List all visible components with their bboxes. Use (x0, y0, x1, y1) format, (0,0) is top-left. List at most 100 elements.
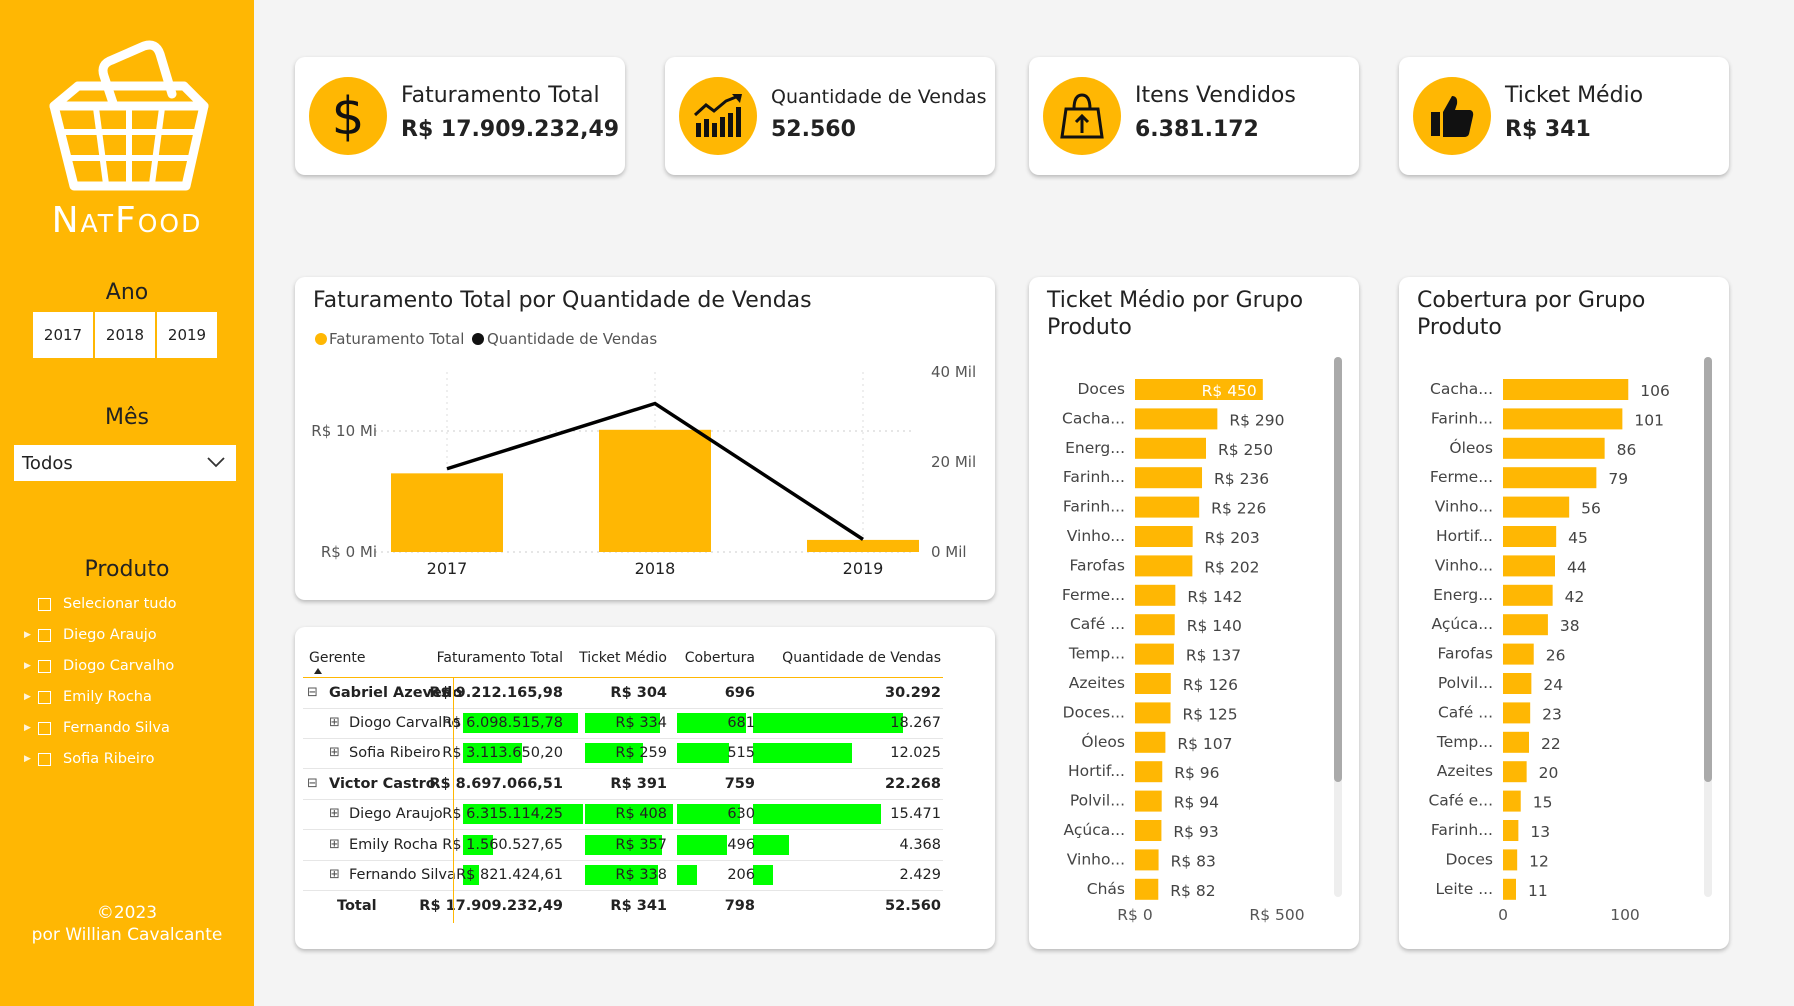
bar[interactable] (1503, 702, 1531, 724)
checkbox-icon[interactable] (38, 752, 51, 766)
category-label: Ferme... (1430, 468, 1493, 486)
bar[interactable] (1135, 643, 1174, 665)
column-header-ticket[interactable]: Ticket Médio (579, 643, 667, 673)
data-label: R$ 250 (1218, 441, 1273, 459)
checkbox-icon[interactable] (38, 628, 51, 642)
sort-ascending-icon[interactable] (313, 667, 323, 675)
bar[interactable] (1503, 849, 1518, 871)
category-label: Vinho... (1435, 556, 1493, 574)
kpi-label: Itens Vendidos (1135, 83, 1296, 108)
cell-qv: 22.268 (885, 775, 941, 792)
bar[interactable] (1503, 408, 1623, 430)
expand-icon[interactable]: ⊞ (329, 799, 340, 829)
product-option[interactable]: ▶ Diego Araujo (24, 625, 157, 645)
kpi-label: Faturamento Total (401, 83, 600, 108)
bar[interactable] (1503, 643, 1534, 665)
footer-copyright: ©2023 (96, 903, 158, 923)
bar[interactable] (1135, 731, 1166, 753)
product-option[interactable]: ▶ Emily Rocha (24, 687, 152, 707)
bar[interactable] (1503, 673, 1532, 694)
legend-label-quantidade: Quantidade de Vendas (487, 330, 657, 348)
bar[interactable] (1503, 820, 1519, 841)
expand-triangle-icon[interactable]: ▶ (24, 754, 38, 764)
expand-icon[interactable]: ⊞ (329, 738, 340, 768)
bar[interactable] (1503, 878, 1516, 900)
bar[interactable] (1503, 379, 1629, 400)
category-label: Farinh... (1431, 409, 1493, 427)
product-option[interactable]: ▶ Sofia Ribeiro (24, 749, 154, 769)
bar-2017[interactable] (391, 473, 503, 552)
product-option-select-all[interactable]: Selecionar tudo (24, 594, 177, 614)
cell-qv: 2.429 (899, 867, 941, 883)
row-label: Sofia Ribeiro (349, 745, 441, 761)
left-axis-tick: R$ 0 Mi (321, 543, 377, 561)
column-header-quantidade[interactable]: Quantidade de Vendas (782, 643, 941, 673)
bar[interactable] (1135, 878, 1159, 900)
bar[interactable] (1135, 702, 1171, 724)
data-label: 24 (1543, 676, 1563, 694)
expand-triangle-icon[interactable]: ▶ (24, 723, 38, 733)
bar[interactable] (1503, 467, 1597, 489)
bar-2018[interactable] (599, 429, 711, 552)
bar[interactable] (1135, 673, 1171, 694)
bar[interactable] (1135, 584, 1176, 606)
column-header-faturamento[interactable]: Faturamento Total (437, 643, 563, 673)
expand-icon[interactable]: ⊞ (329, 830, 340, 860)
bar-2019[interactable] (807, 539, 919, 552)
bar[interactable] (1503, 437, 1605, 459)
cell-tm: R$ 408 (615, 806, 667, 822)
cell-cob: 759 (724, 775, 755, 792)
bar[interactable] (1503, 731, 1529, 753)
checkbox-icon[interactable] (38, 597, 51, 611)
bar[interactable] (1135, 437, 1206, 459)
expand-triangle-icon[interactable]: ▶ (24, 692, 38, 702)
bar[interactable] (1135, 526, 1193, 547)
scrollbar-thumb[interactable] (1334, 357, 1342, 782)
year-button-2018[interactable]: 2018 (95, 312, 155, 358)
category-label: Açúca... (1432, 615, 1493, 633)
bar[interactable] (1503, 761, 1527, 783)
bar[interactable] (1503, 584, 1553, 606)
checkbox-icon[interactable] (38, 690, 51, 704)
checkbox-icon[interactable] (38, 721, 51, 735)
bar[interactable] (1135, 761, 1163, 783)
kpi-card-itens-vendidos: Itens Vendidos 6.381.172 (1029, 57, 1359, 175)
bar[interactable] (1503, 790, 1521, 812)
scrollbar-thumb[interactable] (1704, 357, 1712, 782)
bar[interactable] (1503, 526, 1557, 547)
product-option[interactable]: ▶ Diogo Carvalho (24, 656, 174, 676)
scrollbar-track[interactable] (1334, 357, 1342, 897)
data-label: 20 (1539, 764, 1559, 782)
product-option[interactable]: ▶ Fernando Silva (24, 718, 170, 738)
bar[interactable] (1135, 614, 1175, 636)
bar[interactable] (1135, 555, 1193, 577)
collapse-icon[interactable]: ⊟ (307, 678, 318, 708)
bar[interactable] (1503, 614, 1548, 636)
year-button-2017[interactable]: 2017 (33, 312, 93, 358)
bar[interactable] (1135, 849, 1159, 871)
year-button-2019[interactable]: 2019 (157, 312, 217, 358)
data-label: R$ 142 (1187, 588, 1242, 606)
expand-icon[interactable]: ⊞ (329, 860, 340, 890)
expand-triangle-icon[interactable]: ▶ (24, 630, 38, 640)
bar[interactable] (1135, 496, 1200, 518)
cell-tm: R$ 259 (615, 745, 667, 761)
kpi-card-faturamento: $ Faturamento Total R$ 17.909.232,49 (295, 57, 625, 175)
scrollbar-track[interactable] (1704, 357, 1712, 897)
bar[interactable] (1135, 408, 1218, 430)
x-axis-tick: R$ 500 (1249, 906, 1304, 924)
row-label: Diego Araujo (349, 806, 443, 822)
cell-cob: 681 (727, 714, 755, 731)
bar[interactable] (1135, 820, 1162, 841)
collapse-icon[interactable]: ⊟ (307, 769, 318, 799)
expand-icon[interactable]: ⊞ (329, 708, 340, 738)
category-label: Azeites (1437, 762, 1493, 780)
month-dropdown[interactable]: Todos (14, 445, 236, 481)
expand-triangle-icon[interactable]: ▶ (24, 661, 38, 671)
bar[interactable] (1503, 555, 1555, 577)
column-header-cobertura[interactable]: Cobertura (685, 643, 755, 673)
bar[interactable] (1135, 790, 1162, 812)
bar[interactable] (1503, 496, 1570, 518)
bar[interactable] (1135, 467, 1203, 489)
checkbox-icon[interactable] (38, 659, 51, 673)
